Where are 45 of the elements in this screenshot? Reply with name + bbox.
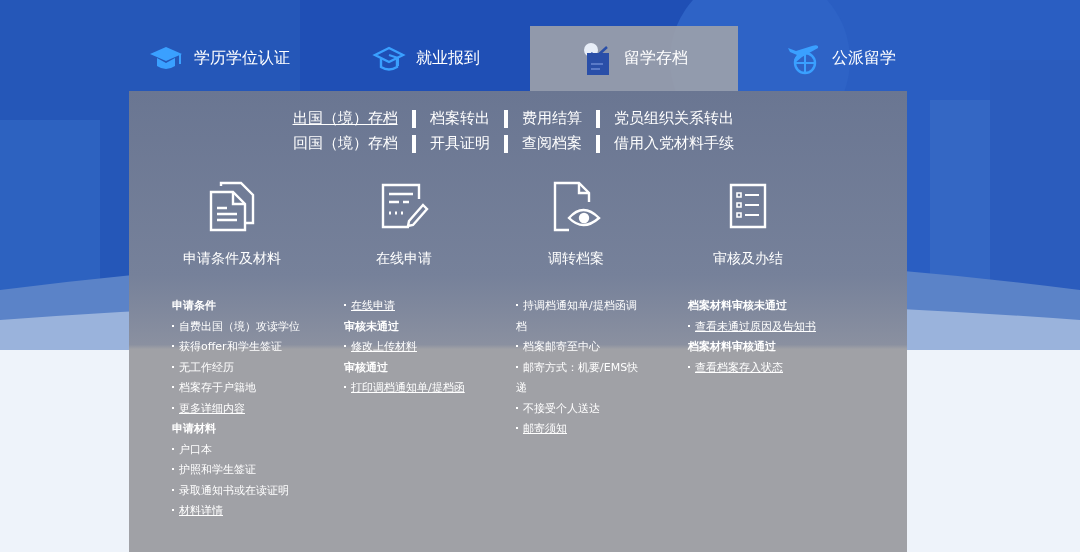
tab[interactable]: 公派留学 (737, 26, 945, 91)
step-label: 调转档案 (548, 250, 604, 268)
nav-link[interactable]: 档案转出 (429, 108, 490, 129)
list-heading: 档案材料审核通过 (688, 339, 777, 355)
list-heading: 审核未通过 (344, 318, 400, 335)
list-item: 户口本 (172, 439, 302, 460)
nav-link[interactable]: 党员组织关系转出 (613, 108, 734, 129)
nav-link[interactable]: 费用结算 (521, 108, 582, 129)
nav-link[interactable]: 开具证明 (429, 133, 490, 154)
documents-icon (207, 180, 257, 232)
nav-link[interactable]: 出国（境）存档 (292, 108, 398, 129)
step-label: 审核及办结 (713, 250, 783, 268)
nav-link[interactable]: 回国（境）存档 (292, 133, 398, 154)
list-item: 自费出国（境）攻读学位 (172, 316, 302, 337)
list-link[interactable]: 打印调档通知单/提档函 (344, 378, 474, 399)
tab[interactable]: 学历学位认证 (115, 26, 323, 91)
list-link[interactable]: 材料详情 (172, 501, 302, 522)
list-item: 持调档通知单/提档函调档 (516, 298, 638, 335)
list-link[interactable]: 更多详细内容 (172, 398, 302, 419)
list-item: 邮寄方式：机要/EMS快递 (516, 359, 640, 396)
nav-link[interactable]: 借用入党材料手续 (613, 133, 734, 154)
list-heading: 档案材料审核未通过 (688, 298, 788, 314)
list-heading: 申请材料 (172, 421, 217, 437)
list-heading: 审核通过 (344, 359, 389, 376)
nav-link[interactable]: 查阅档案 (521, 133, 582, 154)
list-item: 档案存于户籍地 (172, 378, 302, 399)
step-label: 申请条件及材料 (183, 250, 281, 268)
tab[interactable]: 就业报到 (322, 26, 530, 91)
list-item: 档案邮寄至中心 (516, 337, 646, 358)
list-item: 护照和学生签证 (172, 460, 302, 481)
list-link[interactable]: 修改上传材料 (344, 337, 474, 358)
list-heading: 申请条件 (172, 298, 217, 314)
list-link[interactable]: 在线申请 (344, 296, 474, 317)
list-link[interactable]: 查看档案存入状态 (688, 357, 818, 378)
list-link[interactable]: 查看未通过原因及告知书 (688, 316, 818, 337)
tab[interactable]: 留学存档 (530, 26, 738, 91)
list-item: 无工作经历 (172, 357, 302, 378)
checklist-icon (728, 182, 768, 230)
form-edit-icon (379, 181, 429, 231)
list-link[interactable]: 邮寄须知 (516, 419, 646, 440)
step-label: 在线申请 (376, 250, 432, 268)
list-item: 录取通知书或在读证明 (172, 480, 302, 501)
list-item: 不接受个人送达 (516, 398, 646, 419)
document-eye-icon (551, 180, 601, 232)
list-item: 获得offer和学生签证 (172, 337, 302, 358)
